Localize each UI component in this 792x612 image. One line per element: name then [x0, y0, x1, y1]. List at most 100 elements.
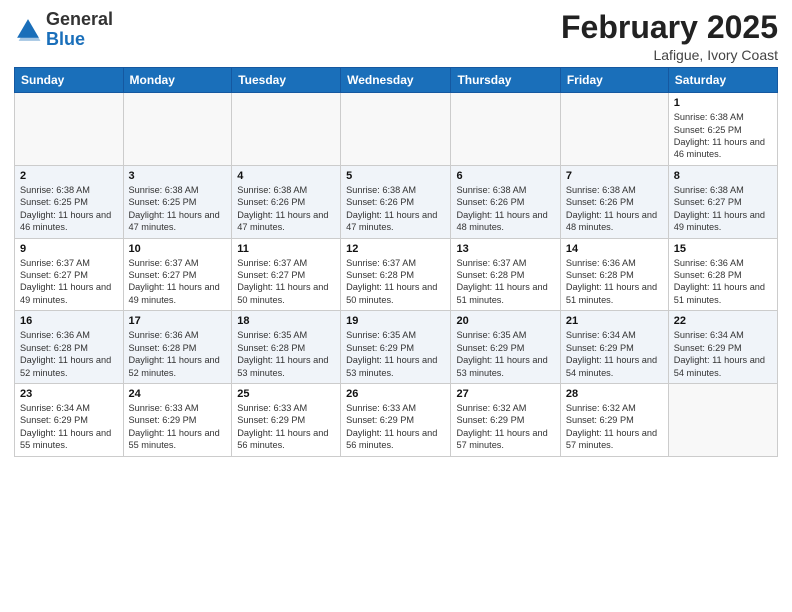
title-block: February 2025 Lafigue, Ivory Coast	[561, 10, 778, 63]
calendar-week-row: 23 Sunrise: 6:34 AM Sunset: 6:29 PM Dayli…	[15, 383, 778, 456]
table-row: 4 Sunrise: 6:38 AM Sunset: 6:26 PM Daylig…	[232, 165, 341, 238]
page: General Blue February 2025 Lafigue, Ivor…	[0, 0, 792, 612]
day-info: Sunrise: 6:32 AM Sunset: 6:29 PM Dayligh…	[566, 402, 663, 452]
day-info: Sunrise: 6:36 AM Sunset: 6:28 PM Dayligh…	[674, 257, 772, 307]
day-info: Sunrise: 6:34 AM Sunset: 6:29 PM Dayligh…	[566, 329, 663, 379]
day-info: Sunrise: 6:37 AM Sunset: 6:28 PM Dayligh…	[346, 257, 445, 307]
col-sunday: Sunday	[15, 68, 124, 93]
day-number: 25	[237, 388, 335, 400]
table-row: 8 Sunrise: 6:38 AM Sunset: 6:27 PM Daylig…	[668, 165, 777, 238]
table-row: 26 Sunrise: 6:33 AM Sunset: 6:29 PM Dayli…	[341, 383, 451, 456]
day-info: Sunrise: 6:38 AM Sunset: 6:27 PM Dayligh…	[674, 184, 772, 234]
day-info: Sunrise: 6:38 AM Sunset: 6:25 PM Dayligh…	[129, 184, 227, 234]
col-saturday: Saturday	[668, 68, 777, 93]
table-row: 6 Sunrise: 6:38 AM Sunset: 6:26 PM Daylig…	[451, 165, 560, 238]
day-info: Sunrise: 6:33 AM Sunset: 6:29 PM Dayligh…	[129, 402, 227, 452]
table-row: 21 Sunrise: 6:34 AM Sunset: 6:29 PM Dayli…	[560, 311, 668, 384]
day-info: Sunrise: 6:36 AM Sunset: 6:28 PM Dayligh…	[20, 329, 118, 379]
day-number: 8	[674, 170, 772, 182]
table-row: 22Sunrise: 6:34 AM Sunset: 6:29 PM Dayli…	[668, 311, 777, 384]
table-row: 20 Sunrise: 6:35 AM Sunset: 6:29 PM Dayli…	[451, 311, 560, 384]
table-row: 28 Sunrise: 6:32 AM Sunset: 6:29 PM Dayli…	[560, 383, 668, 456]
day-info: Sunrise: 6:33 AM Sunset: 6:29 PM Dayligh…	[346, 402, 445, 452]
table-row	[341, 93, 451, 166]
day-info: Sunrise: 6:37 AM Sunset: 6:27 PM Dayligh…	[237, 257, 335, 307]
logo-text: General Blue	[46, 10, 113, 50]
table-row	[560, 93, 668, 166]
table-row: 13Sunrise: 6:37 AM Sunset: 6:28 PM Dayli…	[451, 238, 560, 311]
table-row: 27Sunrise: 6:32 AM Sunset: 6:29 PM Dayli…	[451, 383, 560, 456]
calendar-week-row: 16 Sunrise: 6:36 AM Sunset: 6:28 PM Dayli…	[15, 311, 778, 384]
day-info: Sunrise: 6:38 AM Sunset: 6:26 PM Dayligh…	[237, 184, 335, 234]
day-number: 10	[129, 243, 227, 255]
day-number: 24	[129, 388, 227, 400]
day-number: 21	[566, 315, 663, 327]
day-number: 26	[346, 388, 445, 400]
day-number: 2	[20, 170, 118, 182]
table-row	[15, 93, 124, 166]
day-number: 4	[237, 170, 335, 182]
day-info: Sunrise: 6:33 AM Sunset: 6:29 PM Dayligh…	[237, 402, 335, 452]
day-number: 1	[674, 97, 772, 109]
table-row: 9 Sunrise: 6:37 AM Sunset: 6:27 PM Daylig…	[15, 238, 124, 311]
day-info: Sunrise: 6:38 AM Sunset: 6:25 PM Dayligh…	[674, 111, 772, 161]
table-row: 14Sunrise: 6:36 AM Sunset: 6:28 PM Dayli…	[560, 238, 668, 311]
table-row	[123, 93, 232, 166]
day-number: 12	[346, 243, 445, 255]
table-row: 7 Sunrise: 6:38 AM Sunset: 6:26 PM Daylig…	[560, 165, 668, 238]
logo: General Blue	[14, 10, 113, 50]
day-number: 19	[346, 315, 445, 327]
day-info: Sunrise: 6:34 AM Sunset: 6:29 PM Dayligh…	[20, 402, 118, 452]
logo-general: General	[46, 9, 113, 29]
table-row: 5Sunrise: 6:38 AM Sunset: 6:26 PM Daylig…	[341, 165, 451, 238]
day-number: 28	[566, 388, 663, 400]
day-info: Sunrise: 6:35 AM Sunset: 6:29 PM Dayligh…	[346, 329, 445, 379]
day-number: 13	[456, 243, 554, 255]
day-number: 11	[237, 243, 335, 255]
calendar-week-row: 2 Sunrise: 6:38 AM Sunset: 6:25 PM Daylig…	[15, 165, 778, 238]
day-info: Sunrise: 6:38 AM Sunset: 6:26 PM Dayligh…	[456, 184, 554, 234]
location: Lafigue, Ivory Coast	[561, 47, 778, 63]
col-wednesday: Wednesday	[341, 68, 451, 93]
day-info: Sunrise: 6:36 AM Sunset: 6:28 PM Dayligh…	[129, 329, 227, 379]
day-number: 18	[237, 315, 335, 327]
table-row	[232, 93, 341, 166]
day-info: Sunrise: 6:35 AM Sunset: 6:28 PM Dayligh…	[237, 329, 335, 379]
table-row: 15Sunrise: 6:36 AM Sunset: 6:28 PM Dayli…	[668, 238, 777, 311]
day-info: Sunrise: 6:37 AM Sunset: 6:27 PM Dayligh…	[20, 257, 118, 307]
table-row: 10 Sunrise: 6:37 AM Sunset: 6:27 PM Dayli…	[123, 238, 232, 311]
calendar-week-row: 9 Sunrise: 6:37 AM Sunset: 6:27 PM Daylig…	[15, 238, 778, 311]
calendar-header-row: Sunday Monday Tuesday Wednesday Thursday…	[15, 68, 778, 93]
table-row: 24 Sunrise: 6:33 AM Sunset: 6:29 PM Dayli…	[123, 383, 232, 456]
day-number: 5	[346, 170, 445, 182]
table-row: 18 Sunrise: 6:35 AM Sunset: 6:28 PM Dayli…	[232, 311, 341, 384]
table-row: 1 Sunrise: 6:38 AM Sunset: 6:25 PM Daylig…	[668, 93, 777, 166]
table-row: 19 Sunrise: 6:35 AM Sunset: 6:29 PM Dayli…	[341, 311, 451, 384]
day-number: 20	[456, 315, 554, 327]
col-monday: Monday	[123, 68, 232, 93]
day-info: Sunrise: 6:38 AM Sunset: 6:26 PM Dayligh…	[566, 184, 663, 234]
day-number: 16	[20, 315, 118, 327]
table-row: 2 Sunrise: 6:38 AM Sunset: 6:25 PM Daylig…	[15, 165, 124, 238]
logo-blue: Blue	[46, 29, 85, 49]
day-number: 27	[456, 388, 554, 400]
day-info: Sunrise: 6:37 AM Sunset: 6:27 PM Dayligh…	[129, 257, 227, 307]
day-number: 7	[566, 170, 663, 182]
month-title: February 2025	[561, 10, 778, 45]
table-row	[668, 383, 777, 456]
header: General Blue February 2025 Lafigue, Ivor…	[14, 10, 778, 63]
day-number: 6	[456, 170, 554, 182]
day-info: Sunrise: 6:38 AM Sunset: 6:25 PM Dayligh…	[20, 184, 118, 234]
day-number: 9	[20, 243, 118, 255]
day-info: Sunrise: 6:36 AM Sunset: 6:28 PM Dayligh…	[566, 257, 663, 307]
table-row: 17Sunrise: 6:36 AM Sunset: 6:28 PM Dayli…	[123, 311, 232, 384]
table-row: 23 Sunrise: 6:34 AM Sunset: 6:29 PM Dayli…	[15, 383, 124, 456]
day-info: Sunrise: 6:35 AM Sunset: 6:29 PM Dayligh…	[456, 329, 554, 379]
table-row: 25 Sunrise: 6:33 AM Sunset: 6:29 PM Dayli…	[232, 383, 341, 456]
day-number: 23	[20, 388, 118, 400]
calendar-table: Sunday Monday Tuesday Wednesday Thursday…	[14, 67, 778, 456]
table-row	[451, 93, 560, 166]
day-number: 22	[674, 315, 772, 327]
logo-icon	[14, 16, 42, 44]
col-tuesday: Tuesday	[232, 68, 341, 93]
